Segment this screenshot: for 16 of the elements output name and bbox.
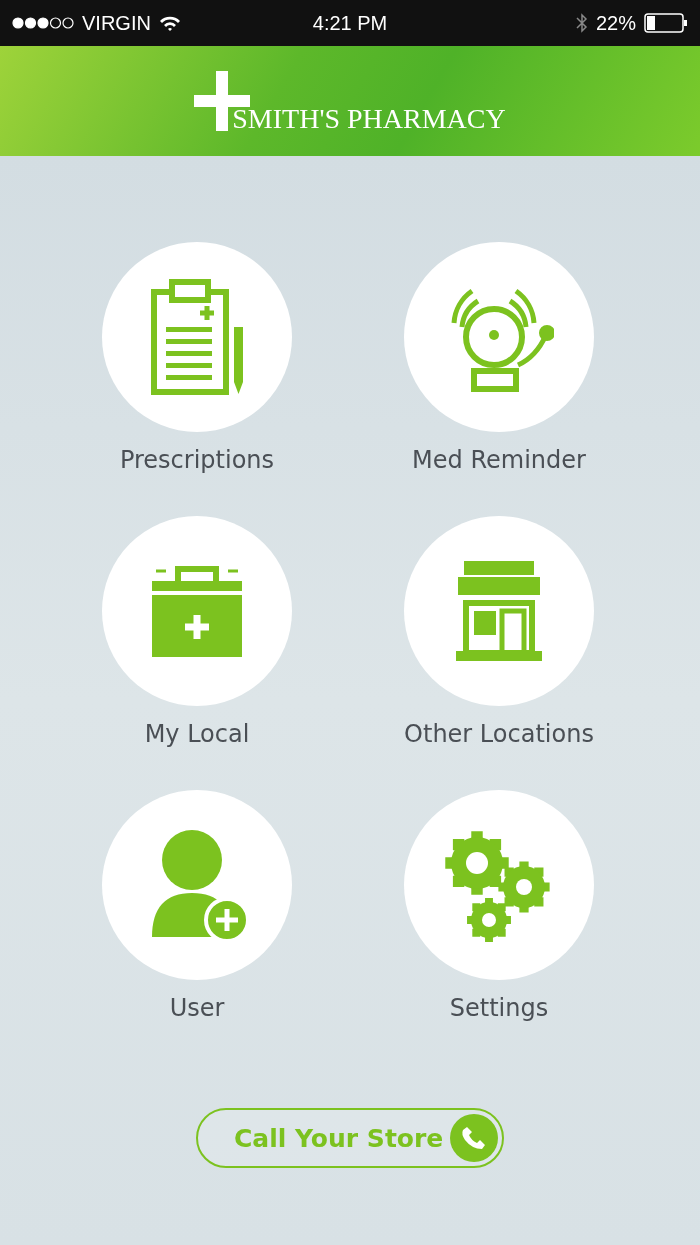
clock-time: 4:21 PM (312, 11, 388, 35)
menu-tile-label: User (169, 994, 225, 1022)
wifi-icon (158, 15, 181, 31)
phone-icon (450, 1114, 498, 1162)
signal-icon (12, 17, 74, 29)
battery-icon (644, 13, 688, 33)
menu-tile-label: Settings (449, 994, 549, 1022)
menu-tile-label: Other Locations (404, 720, 594, 748)
bluetooth-icon (575, 13, 588, 33)
carrier-name: VIRGIN (82, 11, 151, 35)
battery-percent: 22% (595, 11, 636, 35)
menu-tile-label: My Local (144, 720, 250, 748)
menu-tile-label: Med Reminder (412, 446, 586, 474)
call-store-button[interactable]: Call Your Store (196, 1108, 504, 1168)
pharmacy-name: SMITH'S PHARMACY (232, 103, 506, 135)
menu-tile-label: Prescriptions (119, 446, 275, 474)
